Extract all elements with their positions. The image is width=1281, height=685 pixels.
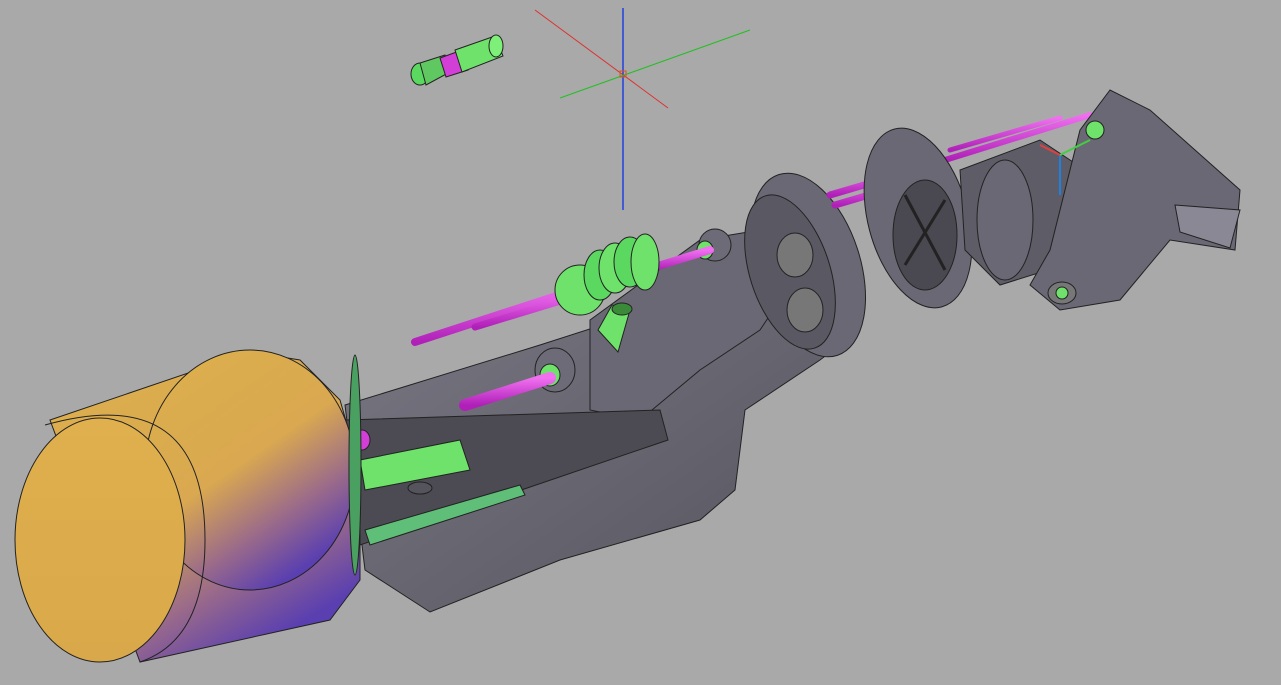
crosshair-cursor-icon xyxy=(534,8,751,210)
cad-model-viewport[interactable] xyxy=(0,0,1281,685)
model-canvas[interactable] xyxy=(0,0,1281,685)
small-pin-part[interactable] xyxy=(410,34,504,86)
cylinder-motor[interactable] xyxy=(14,349,362,663)
